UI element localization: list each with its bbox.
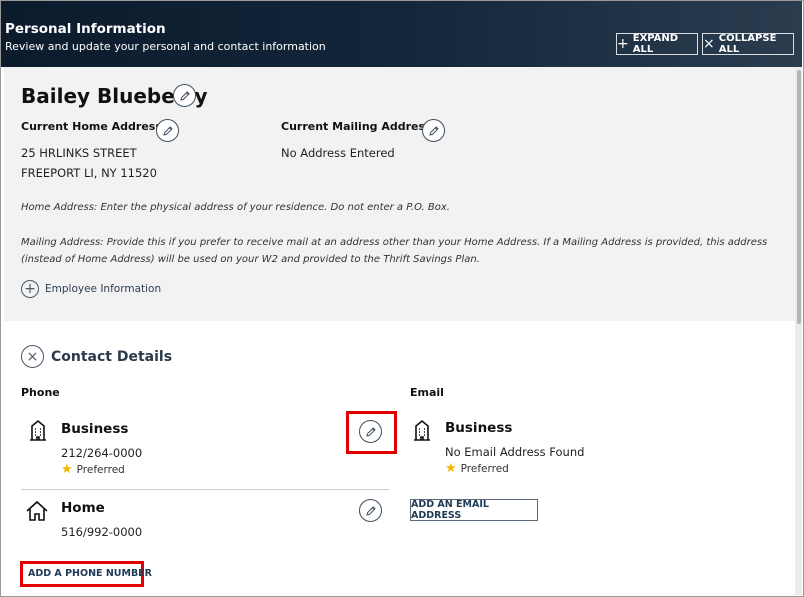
edit-business-phone-button[interactable] bbox=[359, 420, 382, 443]
expand-all-label: EXPAND ALL bbox=[632, 33, 679, 55]
preferred-label: Preferred bbox=[460, 463, 509, 475]
edit-home-address-button[interactable] bbox=[156, 119, 179, 142]
building-icon bbox=[414, 419, 430, 441]
phone-divider bbox=[21, 489, 389, 490]
home-address-line1: 25 HRLINKS STREET bbox=[21, 146, 137, 160]
phone-business-number: 212/264-0000 bbox=[61, 446, 143, 460]
close-icon: × bbox=[703, 36, 715, 52]
collapse-all-button[interactable]: × COLLAPSE ALL bbox=[702, 33, 794, 55]
employee-information-label: Employee Information bbox=[45, 283, 162, 295]
contact-details-title: Contact Details bbox=[51, 348, 173, 365]
add-email-address-button[interactable]: ADD AN EMAIL ADDRESS bbox=[410, 499, 538, 521]
home-icon bbox=[26, 500, 48, 521]
edit-home-phone-button[interactable] bbox=[359, 499, 382, 522]
phone-home-type: Home bbox=[61, 500, 105, 516]
edit-mailing-address-button[interactable] bbox=[422, 119, 445, 142]
mailing-address-note: Mailing Address: Provide this if you pre… bbox=[21, 237, 768, 265]
building-icon bbox=[30, 419, 46, 441]
star-icon: ★ bbox=[445, 461, 457, 476]
email-section-label: Email bbox=[410, 386, 444, 399]
pencil-icon bbox=[179, 90, 190, 101]
pencil-icon bbox=[428, 125, 439, 136]
pencil-icon bbox=[365, 426, 376, 437]
home-address-note: Home Address: Enter the physical address… bbox=[21, 202, 450, 213]
phone-section-label: Phone bbox=[21, 386, 60, 399]
pencil-icon bbox=[162, 125, 173, 136]
star-icon: ★ bbox=[61, 462, 73, 477]
preferred-label: Preferred bbox=[76, 464, 125, 476]
phone-business-type: Business bbox=[61, 421, 129, 437]
contact-details-toggle[interactable]: × Contact Details bbox=[21, 345, 172, 368]
email-business-type: Business bbox=[445, 420, 513, 436]
edit-name-button[interactable] bbox=[173, 84, 196, 107]
employee-information-toggle[interactable]: + Employee Information bbox=[21, 280, 161, 298]
email-business-value: No Email Address Found bbox=[445, 445, 585, 459]
phone-business-preferred: ★ Preferred bbox=[61, 462, 125, 477]
pencil-icon bbox=[365, 505, 376, 516]
close-circle-icon: × bbox=[21, 345, 44, 368]
mailing-address-label: Current Mailing Address bbox=[281, 120, 432, 133]
page-subtitle: Review and update your personal and cont… bbox=[5, 40, 326, 53]
add-phone-number-button[interactable]: ADD A PHONE NUMBER bbox=[28, 568, 152, 579]
scrollbar-thumb[interactable] bbox=[797, 70, 801, 324]
phone-home-number: 516/992-0000 bbox=[61, 525, 143, 539]
plus-circle-icon: + bbox=[21, 280, 39, 298]
home-address-label: Current Home Address bbox=[21, 120, 162, 133]
page-header: Personal Information Review and update y… bbox=[1, 1, 802, 67]
expand-all-button[interactable]: + EXPAND ALL bbox=[616, 33, 698, 55]
email-business-preferred: ★ Preferred bbox=[445, 461, 509, 476]
home-address-line2: FREEPORT LI, NY 11520 bbox=[21, 166, 157, 180]
plus-icon: + bbox=[617, 36, 629, 52]
mailing-address-value: No Address Entered bbox=[281, 146, 395, 160]
collapse-all-label: COLLAPSE ALL bbox=[718, 33, 777, 55]
page-title: Personal Information bbox=[5, 21, 166, 37]
